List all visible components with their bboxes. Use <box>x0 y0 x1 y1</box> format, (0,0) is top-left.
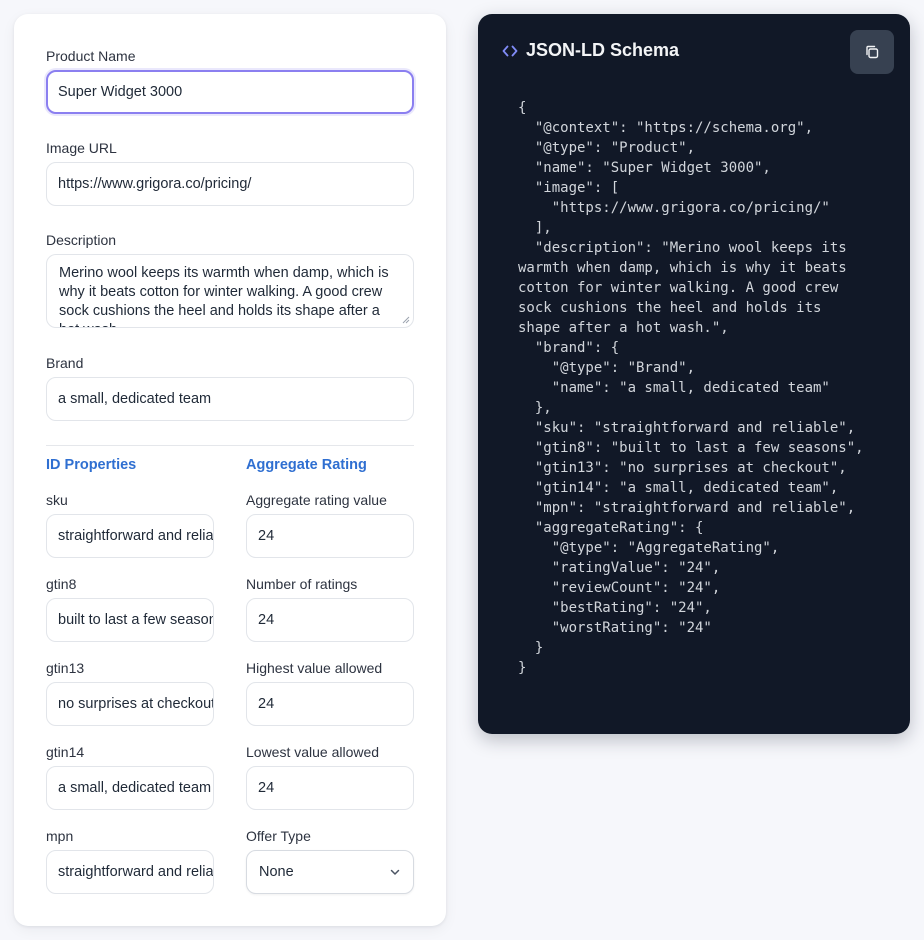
id-properties-heading: ID Properties <box>46 457 137 473</box>
resize-grip-icon[interactable] <box>402 316 410 324</box>
code-brackets-icon <box>502 45 518 56</box>
best-rating-label: Highest value allowed <box>246 660 383 676</box>
mpn-input[interactable]: straightforward and reliable <box>46 850 214 894</box>
brand-label: Brand <box>46 355 84 371</box>
gtin14-input[interactable]: a small, dedicated team <box>46 766 214 810</box>
gtin13-label: gtin13 <box>46 660 85 676</box>
json-ld-title: JSON-LD Schema <box>526 40 680 60</box>
offer-type-label: Offer Type <box>246 828 311 844</box>
gtin14-label: gtin14 <box>46 744 85 760</box>
mpn-label: mpn <box>46 828 74 844</box>
best-rating-input[interactable]: 24 <box>246 682 414 726</box>
worst-rating-input[interactable]: 24 <box>246 766 414 810</box>
gtin8-input[interactable]: built to last a few seasons <box>46 598 214 642</box>
chevron-down-icon <box>390 869 400 875</box>
gtin13-input[interactable]: no surprises at checkout <box>46 682 214 726</box>
json-ld-panel: JSON-LD Schema { "@context": "https://sc… <box>478 14 910 734</box>
worst-rating-label: Lowest value allowed <box>246 744 380 760</box>
description-textarea[interactable]: Merino wool keeps its warmth when damp, … <box>46 254 414 328</box>
json-ld-title-row: JSON-LD Schema <box>502 40 679 61</box>
rating-value-input[interactable]: 24 <box>246 514 414 558</box>
rating-value-label: Aggregate rating value <box>246 492 387 508</box>
description-label: Description <box>46 232 117 248</box>
offer-type-select[interactable]: None <box>246 850 414 894</box>
sku-input[interactable]: straightforward and reliable <box>46 514 214 558</box>
copy-icon <box>866 45 879 59</box>
json-ld-code: { "@context": "https://schema.org", "@ty… <box>518 100 864 676</box>
image-url-label: Image URL <box>46 140 117 156</box>
product-name-input[interactable]: Super Widget 3000 <box>46 70 414 114</box>
aggregate-rating-heading: Aggregate Rating <box>246 457 367 473</box>
image-url-input[interactable]: https://www.grigora.co/pricing/ <box>46 162 414 206</box>
sku-label: sku <box>46 492 68 508</box>
review-count-label: Number of ratings <box>246 576 358 592</box>
brand-input[interactable]: a small, dedicated team <box>46 377 414 421</box>
section-divider <box>46 445 414 446</box>
review-count-input[interactable]: 24 <box>246 598 414 642</box>
gtin8-label: gtin8 <box>46 576 77 592</box>
description-text: Merino wool keeps its warmth when damp, … <box>59 265 389 327</box>
offer-type-value: None <box>259 864 294 880</box>
product-name-label: Product Name <box>46 48 136 64</box>
copy-button[interactable] <box>850 30 894 74</box>
